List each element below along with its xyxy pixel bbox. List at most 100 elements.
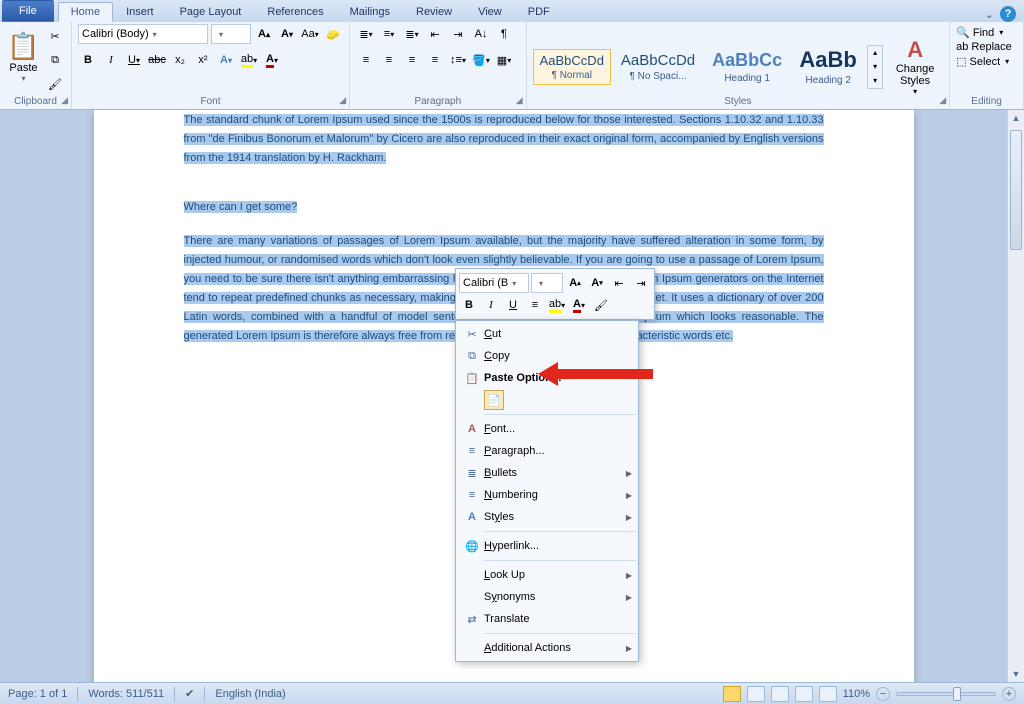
style-scroll-up[interactable]: ▴ <box>868 46 882 60</box>
justify-button[interactable]: ≡ <box>425 50 445 70</box>
shading-button[interactable]: 🪣▾ <box>471 50 491 70</box>
style-scroll-down[interactable]: ▾ <box>868 60 882 74</box>
zoom-slider-knob[interactable] <box>953 687 961 701</box>
minimize-ribbon-icon[interactable]: ⌄ <box>985 8 994 21</box>
line-spacing-button[interactable]: ↕≡▾ <box>448 50 468 70</box>
mini-grow-font[interactable]: A▴ <box>565 273 585 293</box>
mini-highlight[interactable]: ab▾ <box>547 295 567 315</box>
tab-pdf[interactable]: PDF <box>515 2 563 22</box>
borders-button[interactable]: ▦▾ <box>494 50 514 70</box>
scroll-thumb[interactable] <box>1010 130 1022 250</box>
grow-font-button[interactable]: A▴ <box>254 24 274 44</box>
font-color-button[interactable]: A▾ <box>262 50 282 70</box>
ctx-numbering[interactable]: ≡Numbering <box>456 484 638 506</box>
ctx-synonyms[interactable]: Synonyms <box>456 586 638 608</box>
ctx-styles[interactable]: AStyles <box>456 506 638 528</box>
view-print-layout[interactable] <box>723 686 741 702</box>
font-size-dropdown[interactable]: ▾ <box>211 24 251 44</box>
numbering-button[interactable]: ≡▾ <box>379 24 399 44</box>
ctx-font[interactable]: AFont... <box>456 418 638 440</box>
ctx-additional-actions[interactable]: Additional Actions <box>456 637 638 659</box>
tab-insert[interactable]: Insert <box>113 2 167 22</box>
shrink-font-button[interactable]: A▾ <box>277 24 297 44</box>
ctx-copy[interactable]: ⧉Copy <box>456 345 638 367</box>
zoom-out-button[interactable]: − <box>876 687 890 701</box>
tab-mailings[interactable]: Mailings <box>337 2 403 22</box>
ctx-lookup[interactable]: Look Up <box>456 564 638 586</box>
tab-home[interactable]: Home <box>58 2 113 22</box>
zoom-slider[interactable] <box>896 692 996 696</box>
mini-inc-indent[interactable]: ⇥ <box>631 273 651 293</box>
style-heading2[interactable]: AaBbHeading 2 <box>792 43 864 90</box>
status-language[interactable]: English (India) <box>215 688 285 700</box>
style-normal[interactable]: AaBbCcDd¶ Normal <box>533 49 611 85</box>
mini-align-center[interactable]: ≡ <box>525 295 545 315</box>
format-painter-button[interactable]: 🖌 <box>45 74 65 94</box>
style-gallery[interactable]: AaBbCcDd¶ Normal AaBbCcDd¶ No Spaci... A… <box>533 43 884 90</box>
status-page[interactable]: Page: 1 of 1 <box>8 688 67 700</box>
view-outline[interactable] <box>795 686 813 702</box>
font-family-dropdown[interactable]: Calibri (Body)▾ <box>78 24 208 44</box>
tab-page-layout[interactable]: Page Layout <box>167 2 255 22</box>
ctx-translate[interactable]: ⇄Translate <box>456 608 638 630</box>
highlight-button[interactable]: ab▾ <box>239 50 259 70</box>
sort-button[interactable]: A↓ <box>471 24 491 44</box>
status-proofing[interactable]: ✔ <box>185 687 194 700</box>
align-center-button[interactable]: ≡ <box>379 50 399 70</box>
view-full-screen[interactable] <box>747 686 765 702</box>
mini-dec-indent[interactable]: ⇤ <box>609 273 629 293</box>
zoom-in-button[interactable]: + <box>1002 687 1016 701</box>
select-button[interactable]: ⬚Select▾ <box>956 55 1009 68</box>
underline-button[interactable]: U▾ <box>124 50 144 70</box>
ctx-paragraph[interactable]: ≡Paragraph... <box>456 440 638 462</box>
bold-button[interactable]: B <box>78 50 98 70</box>
decrease-indent-button[interactable]: ⇤ <box>425 24 445 44</box>
increase-indent-button[interactable]: ⇥ <box>448 24 468 44</box>
clear-formatting-button[interactable]: 🧽 <box>323 24 343 44</box>
style-heading1[interactable]: AaBbCcHeading 1 <box>705 46 789 88</box>
strikethrough-button[interactable]: abc <box>147 50 167 70</box>
scroll-up-button[interactable]: ▲ <box>1008 110 1024 126</box>
vertical-scrollbar[interactable]: ▲ ▼ <box>1007 110 1024 682</box>
scroll-down-button[interactable]: ▼ <box>1008 666 1024 682</box>
style-expand[interactable]: ▾ <box>868 74 882 88</box>
styles-launcher[interactable]: ◢ <box>939 95 946 106</box>
subscript-button[interactable]: x₂ <box>170 50 190 70</box>
mini-font-size[interactable]: ▾ <box>531 273 563 293</box>
mini-format-painter[interactable]: 🖌 <box>591 295 611 315</box>
ctx-cut[interactable]: ✂Cut <box>456 323 638 345</box>
text-effects-button[interactable]: A▾ <box>216 50 236 70</box>
change-styles-button[interactable]: A Change Styles ▾ <box>887 34 943 100</box>
multilevel-button[interactable]: ≣▾ <box>402 24 422 44</box>
tab-file[interactable]: File <box>2 0 54 22</box>
mini-font-color[interactable]: A▾ <box>569 295 589 315</box>
style-no-spacing[interactable]: AaBbCcDd¶ No Spaci... <box>614 48 702 86</box>
tab-review[interactable]: Review <box>403 2 465 22</box>
change-case-button[interactable]: Aa▾ <box>300 24 320 44</box>
view-web-layout[interactable] <box>771 686 789 702</box>
italic-button[interactable]: I <box>101 50 121 70</box>
tab-references[interactable]: References <box>254 2 336 22</box>
mini-shrink-font[interactable]: A▾ <box>587 273 607 293</box>
mini-bold[interactable]: B <box>459 295 479 315</box>
mini-underline[interactable]: U <box>503 295 523 315</box>
ctx-hyperlink[interactable]: 🌐Hyperlink... <box>456 535 638 557</box>
replace-button[interactable]: abReplace <box>956 41 1012 53</box>
ctx-paste-keep-source[interactable]: 📄 <box>456 389 638 411</box>
find-button[interactable]: 🔍Find▾ <box>956 26 1003 39</box>
copy-button[interactable]: ⧉ <box>45 50 65 70</box>
paste-button[interactable]: 📋 Paste ▾ <box>6 24 41 90</box>
mini-italic[interactable]: I <box>481 295 501 315</box>
paragraph-launcher[interactable]: ◢ <box>516 95 523 106</box>
superscript-button[interactable]: x² <box>193 50 213 70</box>
view-draft[interactable] <box>819 686 837 702</box>
bullets-button[interactable]: ≣▾ <box>356 24 376 44</box>
mini-font-family[interactable]: Calibri (B▾ <box>459 273 529 293</box>
status-words[interactable]: Words: 511/511 <box>88 688 164 700</box>
help-icon[interactable]: ? <box>1000 6 1016 22</box>
show-marks-button[interactable]: ¶ <box>494 24 514 44</box>
ctx-bullets[interactable]: ≣Bullets <box>456 462 638 484</box>
tab-view[interactable]: View <box>465 2 515 22</box>
align-left-button[interactable]: ≡ <box>356 50 376 70</box>
font-launcher[interactable]: ◢ <box>339 95 346 106</box>
